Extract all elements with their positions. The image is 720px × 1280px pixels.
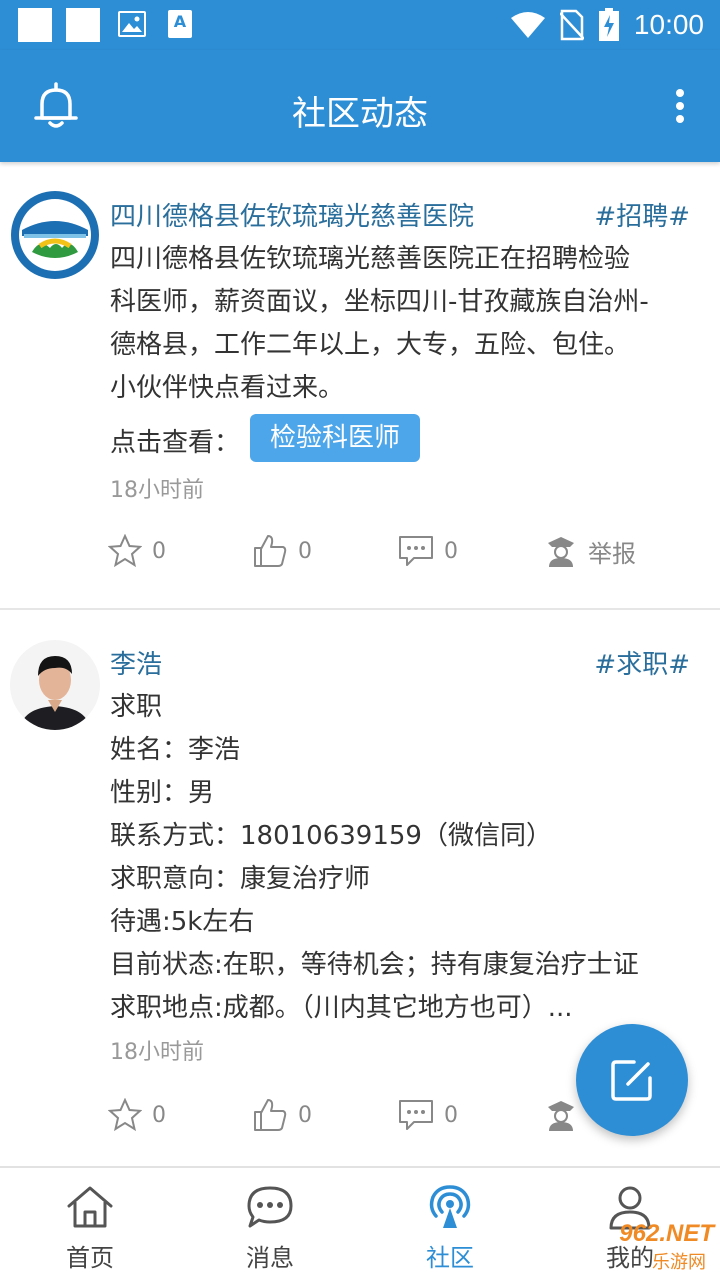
favorite-count: 0 <box>152 538 166 564</box>
post-body-line: 四川德格县佐钦琉璃光慈善医院正在招聘检验 <box>110 244 631 274</box>
post-body-line: 联系方式：18010639159（微信同） <box>110 821 552 851</box>
thumbs-up-icon <box>254 1099 287 1131</box>
comment-button[interactable]: 0 <box>398 526 458 576</box>
post-body-line: 目前状态:在职，等待机会；持有康复治疗士证 <box>110 950 639 980</box>
like-button[interactable]: 0 <box>252 526 312 576</box>
post-body-line: 小伙伴快点看过来。 <box>110 373 345 403</box>
broadcast-icon <box>429 1185 471 1228</box>
favorite-button[interactable]: 0 <box>108 526 166 576</box>
notification-icon <box>18 8 52 42</box>
post-body: 求职 姓名：李浩 性别：男 联系方式：18010639159（微信同） 求职意向… <box>110 686 692 1030</box>
nav-label: 社区 <box>426 1244 474 1272</box>
post-actions: 0 0 0 举报 <box>0 526 720 576</box>
police-icon <box>548 537 574 567</box>
watermark-logo: 962.NET 乐游网 <box>574 1220 714 1273</box>
comment-icon <box>399 1100 433 1130</box>
more-vertical-icon[interactable] <box>674 88 686 124</box>
post-body-line: 姓名：李浩 <box>110 735 241 765</box>
post-time: 18小时前 <box>110 478 204 503</box>
thumbs-up-icon <box>254 535 287 567</box>
nav-item-messages[interactable]: 消息 <box>180 1168 360 1280</box>
post-body-line: 科医师，薪资面议，坐标四川-甘孜藏族自治州- <box>110 287 649 317</box>
star-icon <box>108 1098 142 1132</box>
wifi-icon <box>510 12 545 38</box>
post-body-line: 求职 <box>110 692 163 722</box>
post-tag[interactable]: #求职# <box>594 644 690 681</box>
like-count: 0 <box>298 538 312 564</box>
nav-label: 消息 <box>246 1244 294 1272</box>
report-button[interactable]: 举报 <box>544 526 636 576</box>
favorite-button[interactable]: 0 <box>108 1090 166 1140</box>
post-time: 18小时前 <box>110 1040 204 1065</box>
post-card[interactable]: 四川德格县佐钦琉璃光慈善医院 #招聘# 四川德格县佐钦琉璃光慈善医院正在招聘检验… <box>0 162 720 608</box>
comment-button[interactable]: 0 <box>398 1090 458 1140</box>
post-tag[interactable]: #招聘# <box>594 196 690 233</box>
watermark-subtext: 乐游网 <box>652 1252 706 1273</box>
image-notification-icon <box>118 11 146 37</box>
comment-count: 0 <box>444 538 458 564</box>
watermark-text: 962.NET <box>619 1220 714 1247</box>
job-link-chip[interactable]: 检验科医师 <box>250 414 421 462</box>
message-icon <box>247 1186 293 1228</box>
nav-label: 首页 <box>66 1244 114 1272</box>
avatar[interactable] <box>10 640 100 730</box>
hospital-logo-icon <box>11 191 99 279</box>
user-photo-icon <box>10 640 100 730</box>
page-title: 社区动态 <box>292 94 428 134</box>
status-bar: A 10:00 <box>0 0 720 50</box>
post-body-line: 性别：男 <box>110 778 215 808</box>
clock: 10:00 <box>633 9 704 40</box>
home-icon <box>67 1186 113 1228</box>
post-author[interactable]: 四川德格县佐钦琉璃光慈善医院 <box>110 196 474 233</box>
battery-charging-icon <box>598 8 619 41</box>
comment-count: 0 <box>444 1102 458 1128</box>
no-sim-icon <box>559 9 584 41</box>
report-button[interactable] <box>544 1090 578 1140</box>
compose-button[interactable] <box>576 1024 688 1136</box>
star-icon <box>108 534 142 568</box>
post-body-line: 求职意向：康复治疗师 <box>110 864 371 894</box>
like-count: 0 <box>298 1102 312 1128</box>
keyboard-notification-icon: A <box>168 10 192 38</box>
edit-icon <box>611 1060 652 1101</box>
like-button[interactable]: 0 <box>252 1090 312 1140</box>
notification-icon <box>66 8 100 42</box>
view-label: 点击查看： <box>110 428 241 458</box>
post-author[interactable]: 李浩 <box>110 644 162 681</box>
avatar[interactable] <box>10 190 100 280</box>
post-body-line: 德格县，工作二年以上，大专，五险、包住。 <box>110 330 631 360</box>
favorite-count: 0 <box>152 1102 166 1128</box>
post-body-line: 待遇:5k左右 <box>110 907 255 937</box>
nav-item-community[interactable]: 社区 <box>360 1168 540 1280</box>
comment-icon <box>399 536 433 566</box>
report-label: 举报 <box>588 539 636 568</box>
post-body: 四川德格县佐钦琉璃光慈善医院正在招聘检验 科医师，薪资面议，坐标四川-甘孜藏族自… <box>110 238 692 410</box>
nav-item-home[interactable]: 首页 <box>0 1168 180 1280</box>
police-icon <box>548 1101 574 1131</box>
app-bar: 社区动态 <box>0 50 720 162</box>
post-body-line: 求职地点:成都。（川内其它地方也可）... <box>110 993 573 1023</box>
